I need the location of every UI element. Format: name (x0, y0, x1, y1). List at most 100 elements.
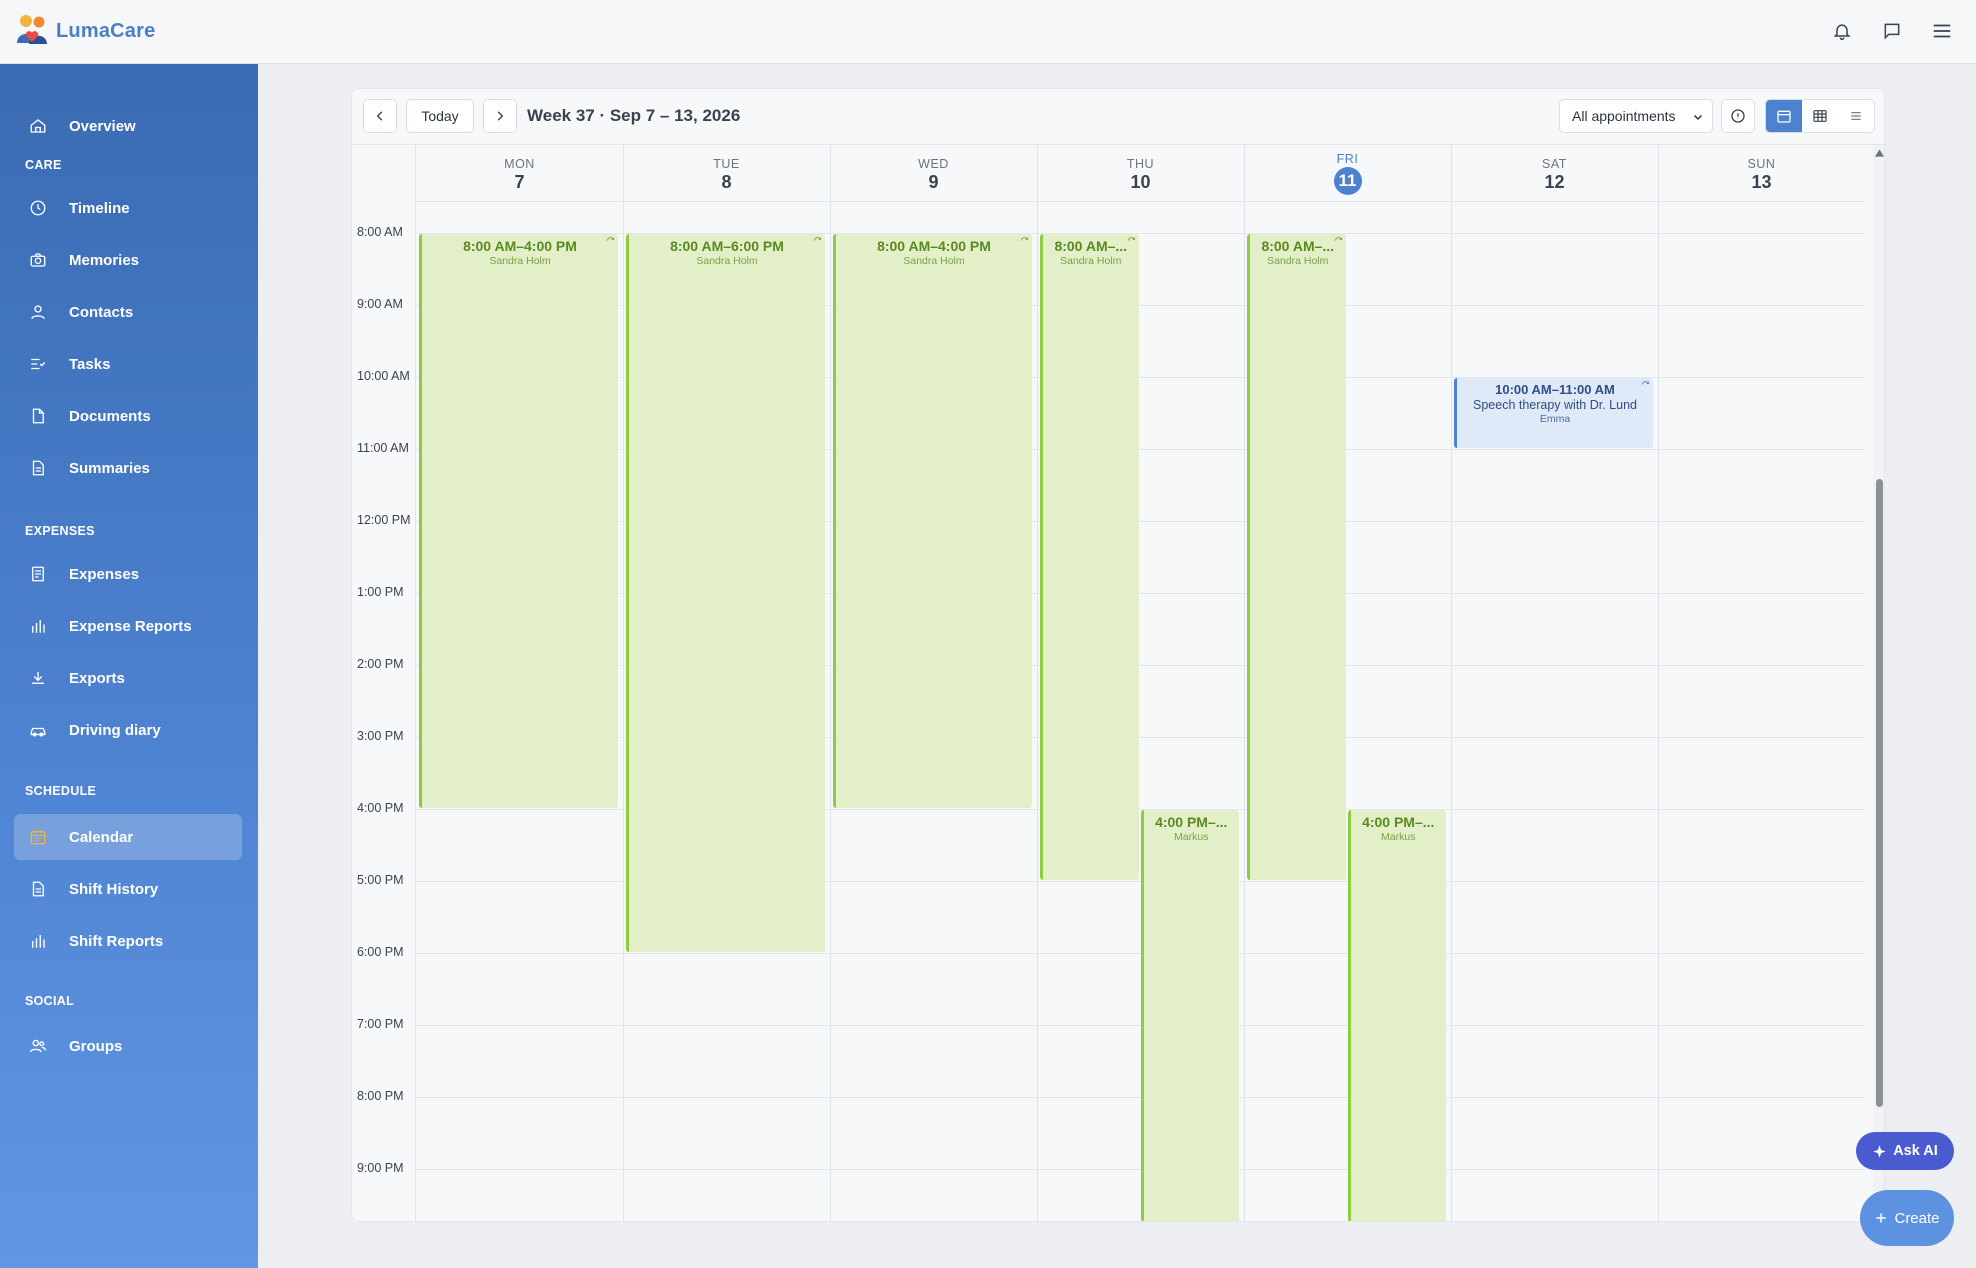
ask-ai-button[interactable]: Ask AI (1856, 1132, 1954, 1170)
day-header-tue[interactable]: TUE 8 (623, 145, 830, 201)
event-time: 8:00 AM–... (1054, 238, 1128, 254)
sidebar-item-shift-reports[interactable]: Shift Reports (14, 918, 242, 964)
top-bar: LumaCare (0, 0, 1976, 64)
calendar-shift[interactable]: 8:00 AM–... Sandra Holm (1247, 234, 1346, 880)
sidebar: Overview CARE Timeline Memories Contacts… (0, 64, 258, 1268)
sidebar-item-documents[interactable]: Documents (14, 393, 242, 439)
time-label: 7:00 PM (357, 1017, 404, 1031)
day-date: 10 (1130, 172, 1151, 192)
day-date: 11 (1333, 167, 1362, 195)
day-header-thu[interactable]: THU 10 (1037, 145, 1244, 201)
sidebar-item-expenses[interactable]: Expenses (14, 551, 242, 597)
next-week-button[interactable] (483, 99, 517, 133)
calendar-shift[interactable]: 8:00 AM–6:00 PM Sandra Holm (626, 234, 825, 952)
sidebar-item-exports[interactable]: Exports (14, 655, 242, 701)
sidebar-item-timeline[interactable]: Timeline (14, 185, 242, 231)
appointment-filter-select[interactable]: All appointments (1559, 99, 1713, 133)
repeat-icon (814, 237, 821, 241)
section-heading-social: SOCIAL (25, 994, 75, 1008)
sidebar-item-label: Driving diary (69, 721, 161, 739)
create-button[interactable]: Create (1860, 1190, 1954, 1246)
day-divider (623, 145, 624, 1221)
event-time: 8:00 AM–... (1261, 238, 1335, 254)
time-label: 6:00 PM (357, 945, 404, 959)
sidebar-item-driving-diary[interactable]: Driving diary (14, 707, 242, 753)
time-label: 12:00 PM (357, 513, 411, 527)
day-name: SUN (1747, 157, 1776, 171)
sidebar-item-groups[interactable]: Groups (14, 1023, 242, 1069)
scroll-up-icon[interactable] (1875, 149, 1884, 157)
chevron-down-icon (1693, 114, 1703, 121)
day-divider (1037, 145, 1038, 1221)
bar-chart-icon (27, 615, 49, 637)
day-name: THU (1126, 157, 1155, 171)
info-button[interactable] (1721, 99, 1755, 133)
sidebar-item-memories[interactable]: Memories (14, 237, 242, 283)
bell-icon[interactable] (1828, 17, 1856, 45)
app-logo[interactable]: LumaCare (14, 13, 155, 49)
day-divider (1451, 145, 1452, 1221)
sidebar-item-expense-reports[interactable]: Expense Reports (14, 603, 242, 649)
section-heading-care: CARE (25, 158, 62, 172)
sidebar-item-calendar[interactable]: Calendar (14, 814, 242, 860)
sidebar-item-label: Timeline (69, 199, 130, 217)
sidebar-item-overview[interactable]: Overview (14, 103, 242, 149)
day-date: 13 (1751, 172, 1772, 192)
time-label: 1:00 PM (357, 585, 404, 599)
time-label: 9:00 PM (357, 1161, 404, 1175)
calendar-shift[interactable]: 8:00 AM–4:00 PM Sandra Holm (419, 234, 618, 808)
clock-icon (27, 197, 49, 219)
menu-icon[interactable] (1928, 17, 1956, 45)
list-view-button[interactable] (1838, 100, 1874, 132)
scrollbar-thumb[interactable] (1876, 479, 1883, 1107)
sidebar-item-label: Expense Reports (69, 617, 192, 635)
sidebar-item-label: Shift History (69, 880, 159, 898)
sidebar-item-shift-history[interactable]: Shift History (14, 866, 242, 912)
calendar-shift[interactable]: 4:00 PM–... Markus (1347, 810, 1446, 1221)
day-header-sat[interactable]: SAT 12 (1451, 145, 1658, 201)
section-heading-schedule: SCHEDULE (25, 784, 97, 798)
sidebar-item-label: Overview (69, 117, 136, 135)
week-title: Week 37 · Sep 7 – 13, 2026 (527, 106, 741, 125)
month-view-button[interactable] (1802, 100, 1838, 132)
sidebar-item-contacts[interactable]: Contacts (14, 289, 242, 335)
time-label: 4:00 PM (357, 801, 404, 815)
chat-icon[interactable] (1878, 17, 1906, 45)
day-header-fri[interactable]: FRI 11 (1244, 145, 1451, 201)
calendar-shift[interactable]: 8:00 AM–... Sandra Holm (1040, 234, 1139, 880)
day-date: 7 (514, 172, 525, 192)
home-icon (27, 115, 49, 137)
sidebar-item-tasks[interactable]: Tasks (14, 341, 242, 387)
sparkle-icon (1873, 1144, 1886, 1158)
day-header-sun[interactable]: SUN 13 (1658, 145, 1865, 201)
document-icon (27, 405, 49, 427)
sidebar-item-label: Expenses (69, 565, 140, 583)
prev-week-button[interactable] (363, 99, 397, 133)
day-date: 9 (928, 172, 939, 192)
day-name: FRI (1336, 152, 1359, 166)
sidebar-item-label: Shift Reports (69, 932, 164, 950)
calendar-shift[interactable]: 8:00 AM–4:00 PM Sandra Holm (833, 234, 1032, 808)
event-title: Speech therapy with Dr. Lund (1473, 398, 1637, 412)
event-person: Sandra Holm (489, 255, 551, 267)
chevron-right-icon (497, 111, 504, 121)
event-person: Sandra Holm (1267, 255, 1329, 267)
group-icon (27, 1035, 49, 1057)
week-grid: 8:00 AM 9:00 AM 10:00 AM 11:00 AM 12:00 PM 1:… (352, 145, 1884, 1221)
repeat-icon (607, 237, 614, 241)
list-icon (1851, 112, 1861, 120)
calendar-appointment[interactable]: 10:00 AM–11:00 AM Speech therapy with Dr.… (1454, 378, 1653, 448)
calendar-shift[interactable]: 4:00 PM–... Markus (1140, 810, 1239, 1221)
time-label: 8:00 AM (357, 225, 403, 239)
create-label: Create (1894, 1209, 1940, 1227)
sidebar-item-label: Documents (69, 407, 151, 425)
day-header-mon[interactable]: MON 7 (416, 145, 623, 201)
week-view-button[interactable] (1766, 100, 1802, 132)
sidebar-item-summaries[interactable]: Summaries (14, 445, 242, 491)
day-header-wed[interactable]: WED 9 (830, 145, 1037, 201)
day-name: WED (918, 157, 949, 171)
today-button[interactable]: Today (406, 99, 474, 133)
event-person: Emma (1539, 413, 1571, 425)
logo-icon (14, 13, 50, 49)
repeat-icon (1021, 237, 1028, 241)
